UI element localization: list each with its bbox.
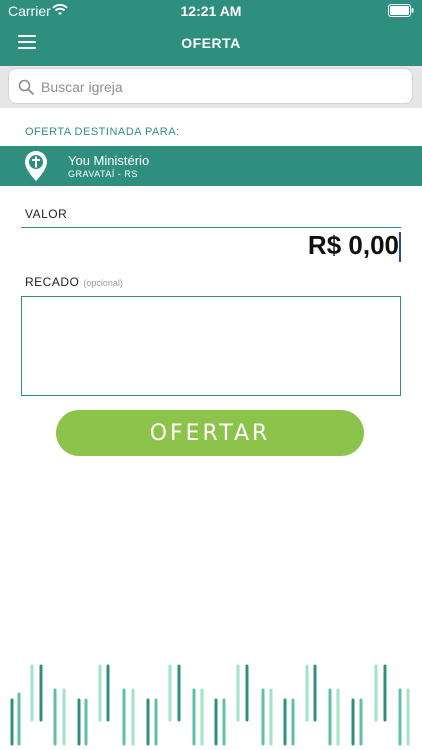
- search-icon: [18, 79, 34, 95]
- valor-label: VALOR: [25, 207, 68, 221]
- search-bar: [0, 66, 422, 108]
- selected-church[interactable]: You Ministério GRAVATAÍ - RS: [0, 146, 422, 186]
- search-box[interactable]: [8, 68, 413, 104]
- page-title: OFERTA: [181, 35, 241, 51]
- church-location: GRAVATAÍ - RS: [68, 169, 138, 179]
- app-header: Carrier 12:21 AM OFERTA: [0, 0, 422, 66]
- recado-label: RECADO (opcional): [25, 275, 123, 289]
- nav-bar: OFERTA: [0, 22, 422, 66]
- ofertar-button[interactable]: OFERTAR: [56, 410, 364, 456]
- destination-label: OFERTA DESTINADA PARA:: [25, 126, 180, 138]
- church-pin-icon: [25, 151, 47, 181]
- recado-label-text: RECADO: [25, 275, 80, 289]
- church-name: You Ministério: [68, 153, 150, 168]
- status-time: 12:21 AM: [180, 3, 242, 19]
- message-textarea[interactable]: [21, 296, 401, 396]
- battery-icon: [388, 4, 414, 17]
- text-cursor: [399, 232, 401, 262]
- decorative-bars-pattern: [10, 664, 410, 746]
- amount-value: R$ 0,00: [307, 230, 399, 260]
- status-bar: Carrier 12:21 AM: [0, 0, 422, 22]
- search-input[interactable]: [39, 73, 403, 101]
- amount-input[interactable]: R$ 0,00: [21, 227, 401, 263]
- optional-hint: (opcional): [83, 278, 123, 288]
